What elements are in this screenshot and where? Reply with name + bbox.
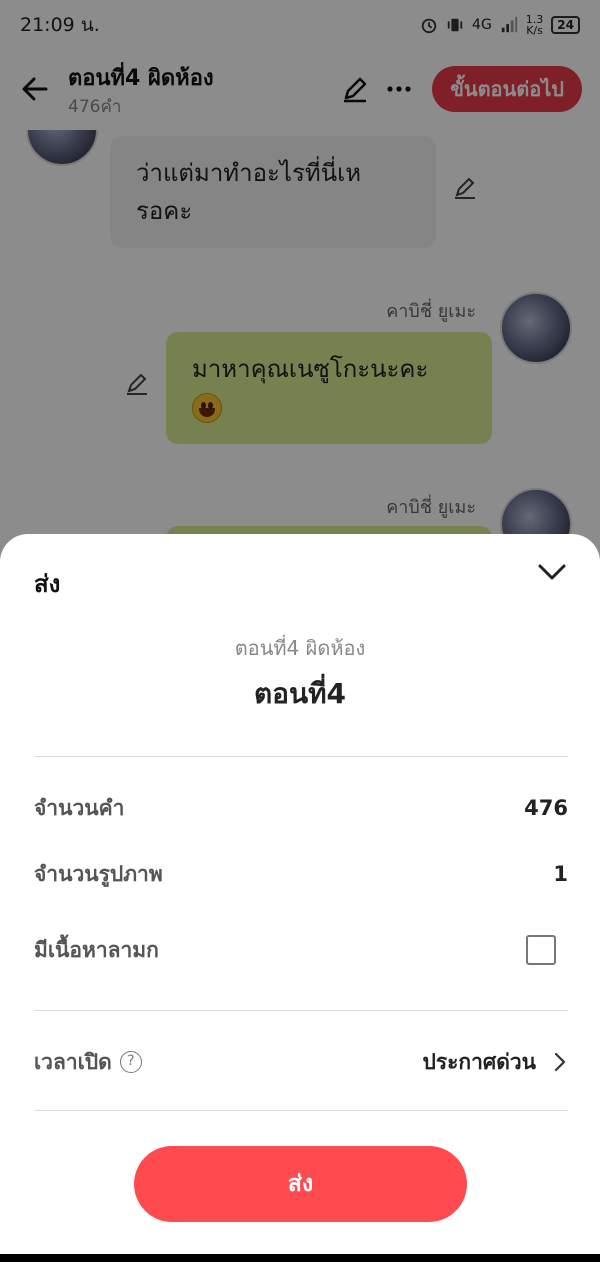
adult-content-label: มีเนื้อหาลามก — [34, 937, 159, 962]
open-time-label: เวลาเปิด — [34, 1049, 112, 1074]
image-count-row: จำนวนรูปภาพ 1 — [34, 854, 568, 894]
chevron-down-icon[interactable] — [536, 560, 568, 584]
send-button[interactable]: ส่ง — [134, 1146, 467, 1222]
image-count-value: 1 — [553, 862, 568, 886]
divider — [34, 1110, 568, 1111]
image-count-label: จำนวนรูปภาพ — [34, 861, 163, 886]
system-nav-bar — [0, 1254, 600, 1262]
episode-name: ตอนที่4 ผิดห้อง — [234, 636, 366, 660]
sheet-title: ส่ง — [34, 570, 61, 598]
chevron-right-icon — [554, 1052, 566, 1072]
open-time-value: ประกาศด่วน — [422, 1049, 536, 1074]
help-icon[interactable]: ? — [119, 1051, 142, 1073]
open-time-row[interactable]: เวลาเปิด ? ประกาศด่วน — [34, 1042, 568, 1082]
adult-content-row[interactable]: มีเนื้อหาลามก — [34, 930, 568, 970]
send-bottom-sheet: ส่ง ตอนที่4 ผิดห้อง ตอนที่4 จำนวนคำ 476 … — [0, 534, 600, 1254]
divider — [34, 1010, 568, 1011]
divider — [34, 756, 568, 757]
episode-short-title: ตอนที่4 — [253, 677, 347, 710]
adult-content-checkbox[interactable] — [526, 935, 556, 965]
word-count-value: 476 — [524, 796, 568, 820]
word-count-label: จำนวนคำ — [34, 795, 125, 820]
word-count-row: จำนวนคำ 476 — [34, 788, 568, 828]
